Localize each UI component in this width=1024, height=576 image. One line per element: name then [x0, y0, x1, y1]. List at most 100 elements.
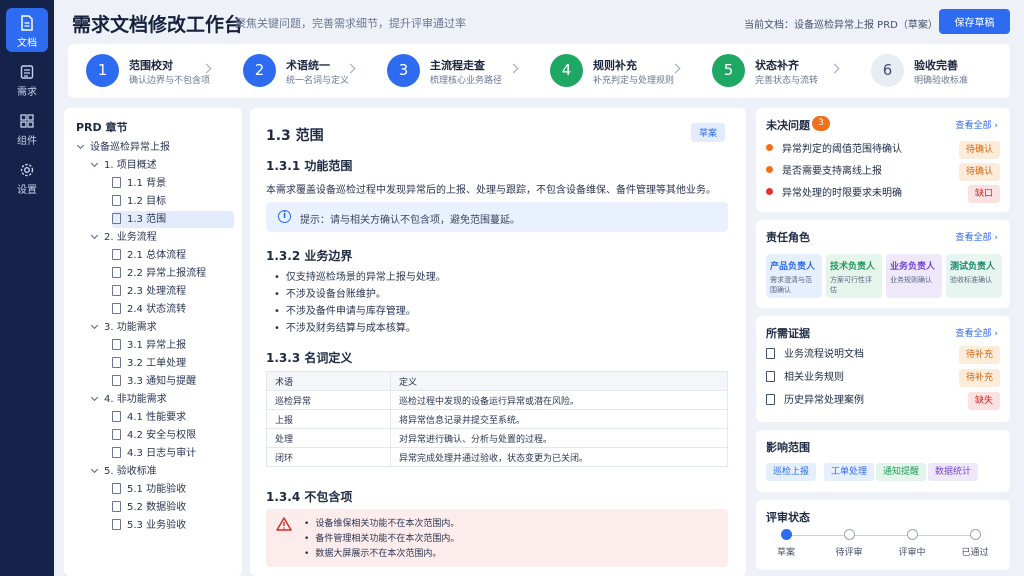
document-icon — [21, 15, 33, 31]
tree-item[interactable]: 1.1 背景 — [112, 175, 166, 192]
stage-marker — [843, 529, 855, 540]
step-description: 补充判定与处理规则 — [593, 76, 675, 86]
nav-settings[interactable]: 设置 — [6, 155, 48, 199]
tree-item[interactable]: 1.3 范围 — [112, 211, 234, 228]
file-icon — [112, 213, 121, 224]
tree-section[interactable]: 4. 非功能需求 — [90, 391, 167, 408]
step-title: 状态补齐 — [755, 59, 799, 72]
evidence-status-tag: 缺失 — [967, 392, 1000, 410]
gear-icon — [20, 163, 34, 177]
status-dot — [766, 166, 773, 173]
impact-chip[interactable]: 巡检上报 — [766, 463, 817, 481]
step-number: 5 — [712, 54, 745, 87]
evidence-text: 相关业务规则 — [784, 372, 844, 383]
tree-section[interactable]: 5. 验收标准 — [90, 463, 157, 480]
evidence-text: 业务流程说明文档 — [784, 349, 864, 360]
tree-item[interactable]: 2.2 异常上报流程 — [112, 265, 206, 282]
tree-section[interactable]: 3. 功能需求 — [90, 319, 157, 336]
tree-item[interactable]: 3.3 通知与提醒 — [112, 373, 196, 390]
step-number: 6 — [871, 54, 904, 87]
open-issues-panel: 未决问题 3 查看全部 › 异常判定的阈值范围待确认 待确认 是否需要支持离线上报待… — [756, 108, 1010, 212]
issue-text: 异常处理的时限要求未明确 — [782, 188, 902, 199]
nav-requirements[interactable]: 需求 — [6, 57, 48, 101]
tree-item[interactable]: 2.1 总体流程 — [112, 247, 186, 264]
requirement-icon — [20, 65, 34, 79]
see-all-link[interactable]: 查看全部 › — [956, 326, 998, 339]
see-all-label: 查看全部 — [955, 121, 992, 131]
tree-label: 4. 非功能需求 — [104, 394, 167, 405]
issue-text: 异常判定的阈值范围待确认 — [782, 144, 902, 155]
tree-root[interactable]: 设备巡检异常上报 — [76, 139, 170, 156]
issue-item[interactable]: 异常判定的阈值范围待确认 待确认 — [766, 141, 1000, 159]
see-all-link[interactable]: 查看全部 › — [956, 230, 998, 243]
list-item: 数据大屏展示不在本次范围内。 — [304, 546, 459, 561]
section-title: 1.3 范围 — [266, 128, 324, 144]
role-description: 方案可行性评估 — [830, 276, 872, 294]
chevron-right-icon — [345, 63, 356, 74]
evidence-item[interactable]: 相关业务规则 待补充 — [766, 369, 1000, 387]
current-document: 当前文档：设备巡检异常上报 PRD（草案） — [744, 20, 938, 31]
document-icon — [766, 394, 775, 405]
issue-status-tag: 待确认 — [958, 163, 1000, 181]
tree-item[interactable]: 2.4 状态流转 — [112, 301, 186, 318]
evidence-panel: 所需证据 查看全部 › 业务流程说明文档 待补充 相关业务规则 待补充 历史异常处理案例… — [756, 316, 1010, 422]
document-editor: 1.3 范围 草案 1.3.1 功能范围 本需求覆盖设备巡检过程中发现异常后的上… — [250, 108, 746, 576]
issue-item[interactable]: 异常处理的时限要求未明确 缺口 — [766, 185, 1000, 203]
tree-item[interactable]: 4.3 日志与审计 — [112, 445, 196, 462]
issue-status-tag: 缺口 — [967, 185, 1000, 203]
panel-title: 影响范围 — [766, 441, 810, 454]
role-card[interactable]: 技术负责人 方案可行性评估 — [826, 254, 882, 298]
impact-chip[interactable]: 数据统计 — [928, 463, 979, 481]
tree-item[interactable]: 3.1 异常上报 — [112, 337, 186, 354]
tree-label: 1.3 范围 — [127, 214, 167, 225]
evidence-item[interactable]: 业务流程说明文档 待补充 — [766, 346, 1000, 364]
chevron-down-icon — [90, 159, 99, 168]
review-stage: 评审中 — [887, 529, 937, 558]
tree-item[interactable]: 2.3 处理流程 — [112, 283, 186, 300]
role-name: 业务负责人 — [890, 262, 936, 272]
list-item: 仅支持巡检场景的异常上报与处理。 — [274, 268, 446, 285]
list-item: 不涉及设备台账维护。 — [274, 285, 446, 302]
tree-item[interactable]: 3.2 工单处理 — [112, 355, 186, 372]
tree-item[interactable]: 5.1 功能验收 — [112, 481, 186, 498]
evidence-item[interactable]: 历史异常处理案例 缺失 — [766, 392, 1000, 410]
tree-item[interactable]: 5.3 业务验收 — [112, 517, 186, 534]
tree-section[interactable]: 2. 业务流程 — [90, 229, 157, 246]
file-icon — [112, 267, 121, 278]
issue-item[interactable]: 是否需要支持离线上报 待确认 — [766, 163, 1000, 181]
nav-documents[interactable]: 文档 — [6, 8, 48, 52]
scope-paragraph: 本需求覆盖设备巡检过程中发现异常后的上报、处理与跟踪，不包含设备维保、备件管理等… — [266, 185, 716, 196]
nav-label: 组件 — [17, 136, 37, 147]
tree-label: 5. 验收标准 — [104, 466, 157, 477]
step-title: 术语统一 — [286, 59, 330, 72]
tree-item[interactable]: 5.2 数据验收 — [112, 499, 186, 516]
tree-label: 2.3 处理流程 — [127, 286, 187, 297]
file-icon — [112, 249, 121, 260]
tree-section[interactable]: 1. 项目概述 — [90, 157, 157, 174]
tree-label: 4.2 安全与权限 — [127, 430, 197, 441]
definition-cell: 对异常进行确认、分析与处置的过程。 — [390, 428, 728, 448]
tree-item[interactable]: 1.2 目标 — [112, 193, 166, 210]
chevron-down-icon — [90, 321, 99, 330]
save-draft-button[interactable]: 保存草稿 — [939, 9, 1010, 34]
tree-label: 2.4 状态流转 — [127, 304, 187, 315]
term-cell: 闭环 — [266, 447, 391, 467]
status-badge: 草案 — [691, 123, 726, 142]
impact-chip[interactable]: 通知提醒 — [876, 463, 927, 481]
table-header: 术语 定义 — [266, 371, 728, 391]
chevron-down-icon — [90, 231, 99, 240]
grid-icon — [20, 114, 34, 128]
role-card[interactable]: 业务负责人 业务规则确认 — [886, 254, 942, 298]
impact-chip[interactable]: 工单处理 — [824, 463, 875, 481]
nav-components[interactable]: 组件 — [6, 106, 48, 150]
role-card[interactable]: 测试负责人 验收标准确认 — [946, 254, 1002, 298]
tree-item[interactable]: 4.1 性能要求 — [112, 409, 186, 426]
evidence-text: 历史异常处理案例 — [784, 395, 864, 406]
file-icon — [112, 195, 121, 206]
tree-item[interactable]: 4.2 安全与权限 — [112, 427, 196, 444]
stage-label: 已通过 — [961, 548, 989, 558]
panel-title: 评审状态 — [766, 511, 810, 524]
role-card[interactable]: 产品负责人 需求澄清与范围确认 — [766, 254, 822, 298]
see-all-link[interactable]: 查看全部 › — [956, 118, 998, 131]
warning-icon — [276, 517, 292, 531]
